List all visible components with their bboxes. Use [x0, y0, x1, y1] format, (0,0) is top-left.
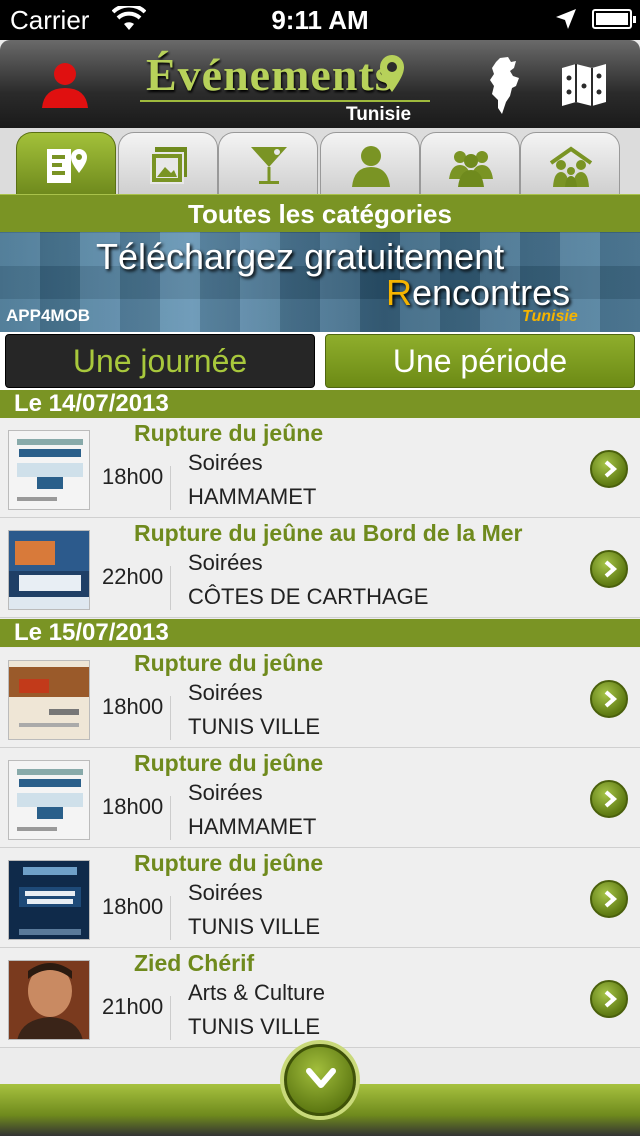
- expand-button[interactable]: [284, 1044, 356, 1116]
- event-time: 21h00: [102, 994, 164, 1019]
- app-logo: Événements Tunisie: [140, 48, 440, 125]
- date-header: Le 14/07/2013: [0, 390, 640, 418]
- status-bar: Carrier 9:11 AM: [0, 0, 640, 40]
- event-thumbnail: [8, 660, 90, 740]
- app-header: Événements Tunisie: [0, 40, 640, 128]
- tunisia-map-icon[interactable]: [486, 56, 522, 116]
- separator: [170, 996, 171, 1040]
- event-detail-button[interactable]: [590, 780, 628, 818]
- event-row[interactable]: 22h00 Rupture du jeûne au Bord de la Mer…: [0, 518, 640, 618]
- event-title: Rupture du jeûne: [134, 750, 324, 776]
- event-time: 18h00: [102, 464, 164, 489]
- chevron-right-icon: [604, 790, 618, 808]
- period-button[interactable]: Une période: [325, 334, 635, 388]
- banner-app-logo: APP4MOB: [6, 306, 91, 325]
- event-place: TUNIS VILLE: [188, 1014, 321, 1039]
- chevron-right-icon: [604, 690, 618, 708]
- tab-family[interactable]: [520, 132, 620, 194]
- logo-pin-icon: [380, 55, 404, 92]
- event-place: HAMMAMET: [188, 484, 317, 509]
- separator: [170, 796, 171, 840]
- battery-icon: [592, 9, 636, 29]
- event-category: Arts & Culture: [188, 980, 325, 1005]
- separator: [170, 566, 171, 610]
- event-place: TUNIS VILLE: [188, 914, 321, 939]
- event-title: Rupture du jeûne au Bord de la Mer: [134, 520, 523, 546]
- event-detail-button[interactable]: [590, 980, 628, 1018]
- event-title: Rupture du jeûne: [134, 850, 324, 876]
- tab-nightlife[interactable]: [218, 132, 318, 194]
- event-time: 18h00: [102, 794, 164, 819]
- event-category: Soirées: [188, 450, 263, 475]
- event-detail-button[interactable]: [590, 450, 628, 488]
- event-row[interactable]: 18h00 Rupture du jeûne Soirées HAMMAMET: [0, 418, 640, 518]
- banner-brand-initial: R: [386, 272, 412, 313]
- event-row[interactable]: 21h00 Zied Chérif Arts & Culture TUNIS V…: [0, 948, 640, 1048]
- event-thumbnail: [8, 430, 90, 510]
- location-icon: [556, 9, 576, 29]
- event-time: 22h00: [102, 564, 164, 589]
- person-icon: [352, 146, 390, 187]
- family-icon: [549, 146, 593, 187]
- event-row[interactable]: 18h00 Rupture du jeûne Soirées HAMMAMET: [0, 748, 640, 848]
- clock: 9:11 AM: [271, 5, 369, 35]
- banner-brand-rest: encontres: [412, 272, 571, 313]
- event-title: Rupture du jeûne: [134, 650, 324, 676]
- event-time: 18h00: [102, 694, 164, 719]
- date-header: Le 15/07/2013: [0, 619, 640, 647]
- event-thumbnail: [8, 860, 90, 940]
- events-pin-icon: [47, 149, 87, 183]
- chevron-right-icon: [604, 460, 618, 478]
- category-tabs: [0, 128, 640, 194]
- separator: [170, 696, 171, 740]
- tab-events[interactable]: [16, 132, 116, 194]
- separator: [170, 466, 171, 510]
- chevron-right-icon: [604, 990, 618, 1008]
- map-icon[interactable]: [560, 62, 608, 108]
- event-time: 18h00: [102, 894, 164, 919]
- chevron-down-icon: [306, 1068, 336, 1088]
- ad-banner[interactable]: Téléchargez gratuitement Rencontres Tuni…: [0, 232, 640, 332]
- event-detail-button[interactable]: [590, 680, 628, 718]
- event-category: Soirées: [188, 680, 263, 705]
- event-category: Soirées: [188, 880, 263, 905]
- event-category: Soirées: [188, 780, 263, 805]
- event-place: HAMMAMET: [188, 814, 317, 839]
- logo-underline: [140, 100, 430, 102]
- tab-gallery[interactable]: [118, 132, 218, 194]
- gallery-icon: [150, 147, 187, 184]
- event-title: Rupture du jeûne: [134, 420, 324, 446]
- one-day-button[interactable]: Une journée: [5, 334, 315, 388]
- bottom-bar: [0, 1040, 640, 1136]
- app-subtitle: Tunisie: [346, 104, 412, 125]
- app-title: Événements: [146, 49, 394, 100]
- event-row[interactable]: 18h00 Rupture du jeûne Soirées TUNIS VIL…: [0, 648, 640, 748]
- event-title: Zied Chérif: [134, 950, 255, 976]
- event-row[interactable]: 18h00 Rupture du jeûne Soirées TUNIS VIL…: [0, 848, 640, 948]
- separator: [170, 896, 171, 940]
- event-place: TUNIS VILLE: [188, 714, 321, 739]
- cocktail-icon: [251, 147, 287, 184]
- event-thumbnail: [8, 760, 90, 840]
- user-icon[interactable]: [40, 60, 90, 110]
- event-detail-button[interactable]: [590, 880, 628, 918]
- event-place: CÔTES DE CARTHAGE: [188, 584, 429, 609]
- chevron-right-icon: [604, 890, 618, 908]
- tab-groups[interactable]: [420, 132, 520, 194]
- event-category: Soirées: [188, 550, 263, 575]
- event-thumbnail: [8, 960, 90, 1040]
- tab-person[interactable]: [320, 132, 420, 194]
- event-thumbnail: [8, 530, 90, 610]
- chevron-right-icon: [604, 560, 618, 578]
- banner-brand-sub: Tunisie: [522, 308, 578, 325]
- category-filter-bar[interactable]: Toutes les catégories: [0, 194, 640, 232]
- event-detail-button[interactable]: [590, 550, 628, 588]
- date-mode-segment: Une journée Une période: [0, 332, 640, 390]
- group-icon: [449, 151, 493, 187]
